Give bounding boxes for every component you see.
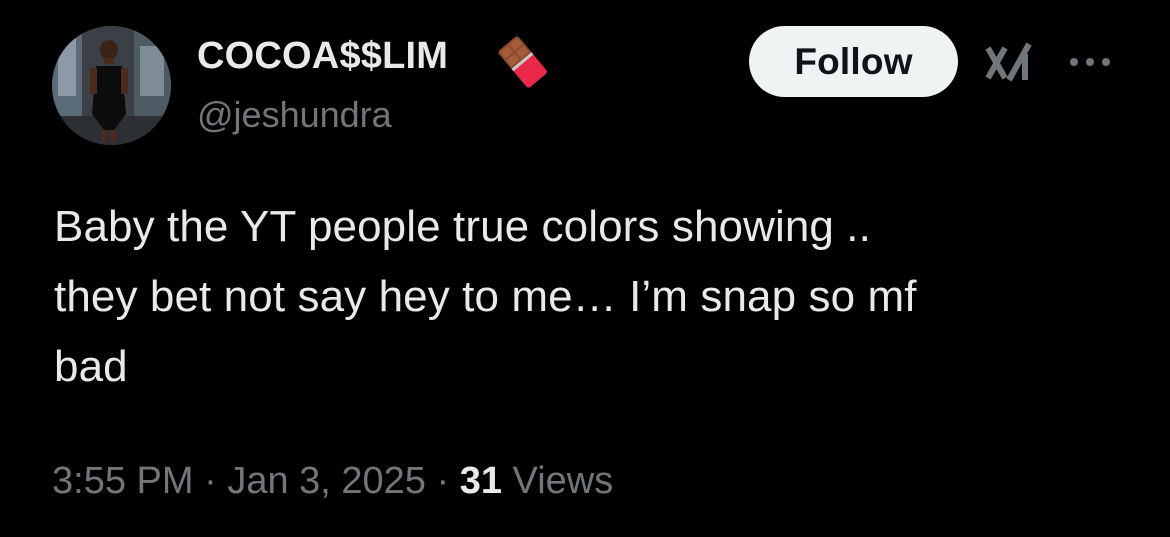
meta-separator: ·: [425, 460, 460, 502]
profile-photo: [52, 26, 171, 145]
display-name[interactable]: COCOA$$LIM: [197, 34, 448, 78]
tweet-date[interactable]: Jan 3, 2025: [227, 460, 426, 502]
grok-icon[interactable]: [985, 40, 1035, 86]
views-count[interactable]: 31: [460, 460, 502, 502]
tweet-line: they bet not say hey to me… I’m snap so …: [54, 272, 917, 321]
chocolate-bar-emoji: [498, 36, 547, 88]
views-label: Views: [501, 460, 614, 502]
tweet-meta: 3:55 PM · Jan 3, 2025 · 31 Views: [52, 458, 613, 504]
avatar[interactable]: [52, 26, 171, 145]
user-handle[interactable]: @jeshundra: [197, 94, 392, 136]
more-icon[interactable]: [1068, 55, 1112, 69]
tweet-line: bad: [54, 342, 128, 391]
meta-separator: ·: [193, 460, 228, 502]
tweet-text: Baby the YT people true colors showing .…: [54, 192, 1134, 402]
tweet-time[interactable]: 3:55 PM: [52, 460, 194, 502]
tweet-line: Baby the YT people true colors showing .…: [54, 202, 871, 251]
follow-button[interactable]: Follow: [749, 26, 958, 97]
